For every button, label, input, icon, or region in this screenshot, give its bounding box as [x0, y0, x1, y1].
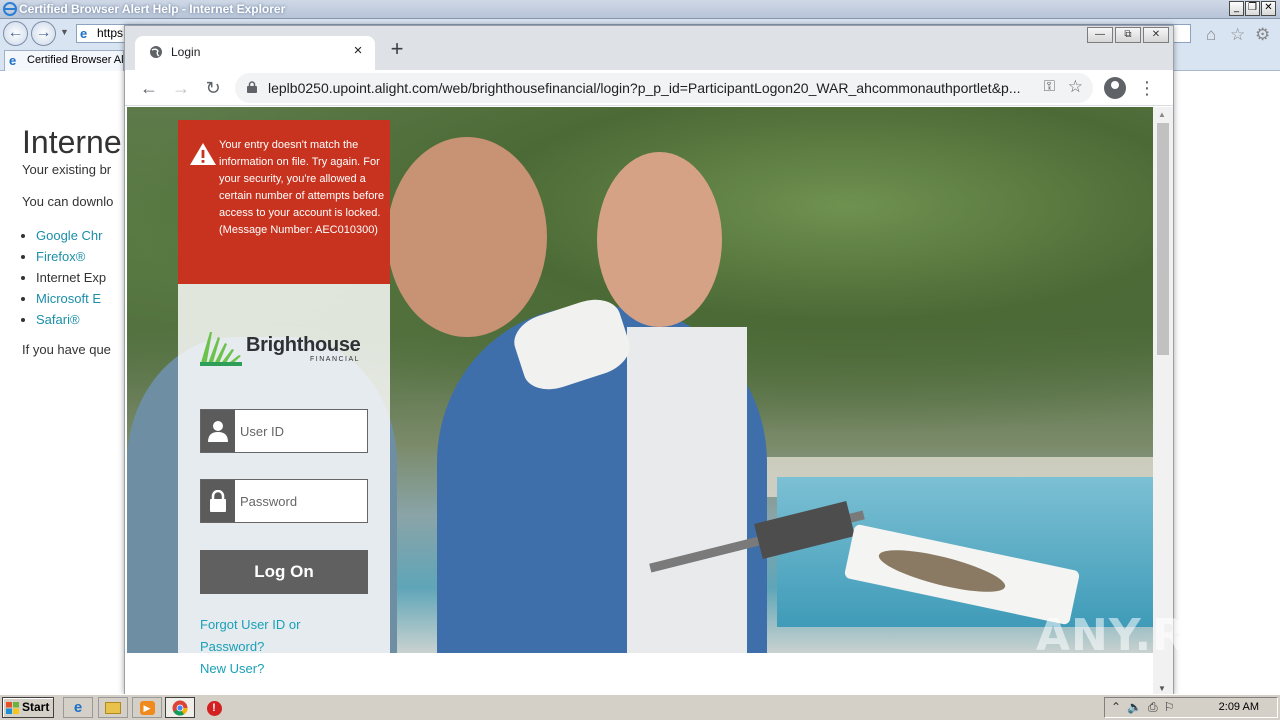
clock: 2:09 AM	[1218, 701, 1259, 713]
ie-back-button[interactable]: ←	[3, 21, 28, 46]
taskbar-stop-button[interactable]: !	[199, 697, 229, 718]
ie-tab-label: Certified Browser Al	[27, 54, 124, 66]
url-text: leplb0250.upoint.alight.com/web/brightho…	[268, 80, 1021, 96]
brighthouse-logo: Brighthouse FINANCIAL	[200, 328, 375, 368]
chrome-restore-button[interactable]: ⧉	[1115, 27, 1141, 43]
password-field[interactable]	[200, 479, 368, 523]
folder-icon	[105, 702, 121, 714]
new-tab-button[interactable]: +	[386, 38, 408, 61]
browser-link-chrome[interactable]: Google Chr	[36, 228, 102, 243]
login-panel: Your entry doesn't match the information…	[178, 120, 390, 694]
ie-icon: e	[73, 699, 83, 716]
list-item[interactable]: Firefox®	[36, 246, 106, 267]
ie-page-line2: You can downlo	[22, 194, 114, 209]
list-item[interactable]: Google Chr	[36, 225, 106, 246]
ie-restore-button[interactable]: ❐	[1245, 1, 1260, 16]
ie-window-title: Certified Browser Alert Help - Internet …	[19, 2, 286, 16]
ie-browser-list: Google Chr Firefox® Internet Exp Microso…	[36, 225, 106, 330]
brand-name: Brighthouse	[246, 334, 361, 356]
globe-icon	[150, 46, 162, 58]
system-tray: ⌃🔈⎙⚐ 2:09 AM	[1104, 697, 1278, 718]
chrome-minimize-button[interactable]: —	[1087, 27, 1113, 43]
chrome-window: Login × + — ⧉ ✕ ← → ↻ leplb0250.upoint.a…	[124, 25, 1174, 695]
anyrun-watermark: ANY.RUN	[1036, 610, 1262, 661]
padlock-icon	[201, 480, 235, 522]
windows-flag-icon	[6, 702, 19, 714]
start-label: Start	[22, 700, 50, 714]
taskbar: Start e ▶ ! ⌃🔈⎙⚐ 2:09 AM	[0, 694, 1280, 720]
ie-icon	[3, 2, 17, 16]
scroll-up-icon[interactable]: ▲	[1158, 110, 1166, 119]
user-id-field[interactable]	[200, 409, 368, 453]
user-id-input[interactable]	[235, 410, 367, 452]
bookmark-star-icon[interactable]: ☆	[1068, 77, 1083, 97]
ie-history-dropdown-icon[interactable]: ▼	[60, 27, 69, 37]
browser-item-ie: Internet Exp	[36, 270, 107, 285]
lock-icon[interactable]	[247, 81, 257, 93]
settings-gear-icon[interactable]: ⚙	[1255, 25, 1270, 45]
ie-tab-icon: e	[9, 53, 17, 68]
chrome-tab-title: Login	[171, 45, 201, 59]
page-scrollbar[interactable]: ▲ ▼	[1153, 107, 1173, 694]
media-player-icon: ▶	[139, 701, 155, 715]
chrome-tabstrip: Login × + — ⧉ ✕	[125, 26, 1173, 70]
taskbar-ie-button[interactable]: e	[63, 697, 93, 718]
brighthouse-sunburst-icon	[200, 332, 242, 366]
start-button[interactable]: Start	[2, 697, 54, 718]
back-icon[interactable]: ←	[136, 75, 162, 101]
password-input[interactable]	[235, 480, 367, 522]
login-form: Brighthouse FINANCIAL User ID Log On For…	[178, 284, 390, 694]
ie-tab[interactable]: e Certified Browser Al	[4, 50, 124, 71]
url-bar[interactable]: leplb0250.upoint.alight.com/web/brightho…	[235, 73, 1093, 103]
brand-subtitle: FINANCIAL	[310, 356, 361, 363]
taskbar-explorer-button[interactable]	[98, 697, 128, 718]
ie-page-icon: e	[80, 26, 88, 41]
chrome-close-button[interactable]: ✕	[1143, 27, 1169, 43]
key-icon[interactable]: ⚿	[1044, 78, 1055, 95]
ie-page-heading: Interne	[22, 124, 122, 160]
user-icon	[201, 410, 235, 452]
list-item: Internet Exp	[36, 267, 106, 288]
chrome-toolbar: ← → ↻ leplb0250.upoint.alight.com/web/br…	[125, 70, 1173, 106]
warning-icon	[190, 143, 216, 165]
reload-icon[interactable]: ↻	[200, 75, 226, 101]
tray-icons[interactable]: ⌃🔈⎙⚐	[1111, 700, 1180, 715]
home-icon[interactable]: ⌂	[1206, 25, 1216, 45]
error-alert: Your entry doesn't match the information…	[178, 120, 390, 284]
menu-icon[interactable]: ⋮	[1137, 75, 1157, 101]
profile-icon[interactable]	[1104, 77, 1126, 99]
taskbar-media-button[interactable]: ▶	[132, 697, 162, 718]
forgot-user-id-link[interactable]: Forgot User ID or Password?	[200, 614, 340, 658]
ie-forward-button[interactable]: →	[31, 21, 56, 46]
chrome-tab-login[interactable]: Login ×	[135, 36, 375, 70]
browser-link-safari[interactable]: Safari®	[36, 312, 80, 327]
ie-close-button[interactable]: ✕	[1261, 1, 1276, 16]
scrollbar-thumb[interactable]	[1157, 123, 1169, 355]
forward-icon[interactable]: →	[168, 75, 194, 101]
page-viewport: Your entry doesn't match the information…	[125, 107, 1153, 694]
tab-close-icon[interactable]: ×	[349, 42, 367, 60]
new-user-link[interactable]: New User?	[200, 658, 264, 680]
ie-titlebar: Certified Browser Alert Help - Internet …	[0, 0, 1280, 19]
taskbar-chrome-button[interactable]	[165, 697, 195, 718]
stop-icon: !	[206, 701, 222, 716]
browser-link-edge[interactable]: Microsoft E	[36, 291, 101, 306]
favorites-star-icon[interactable]: ☆	[1230, 25, 1245, 45]
ie-page-line1: Your existing br	[22, 162, 112, 177]
log-on-button[interactable]: Log On	[200, 550, 368, 594]
scroll-down-icon[interactable]: ▼	[1158, 684, 1166, 693]
ie-minimize-button[interactable]: _	[1229, 1, 1244, 16]
ie-address-value: https:	[97, 26, 127, 40]
chrome-icon	[172, 700, 188, 716]
ie-page-line3: If you have que	[22, 342, 111, 357]
error-message: Your entry doesn't match the information…	[219, 139, 385, 236]
list-item[interactable]: Safari®	[36, 309, 106, 330]
list-item[interactable]: Microsoft E	[36, 288, 106, 309]
browser-link-firefox[interactable]: Firefox®	[36, 249, 85, 264]
ie-page-content: Interne Your existing br You can downlo …	[0, 72, 130, 692]
